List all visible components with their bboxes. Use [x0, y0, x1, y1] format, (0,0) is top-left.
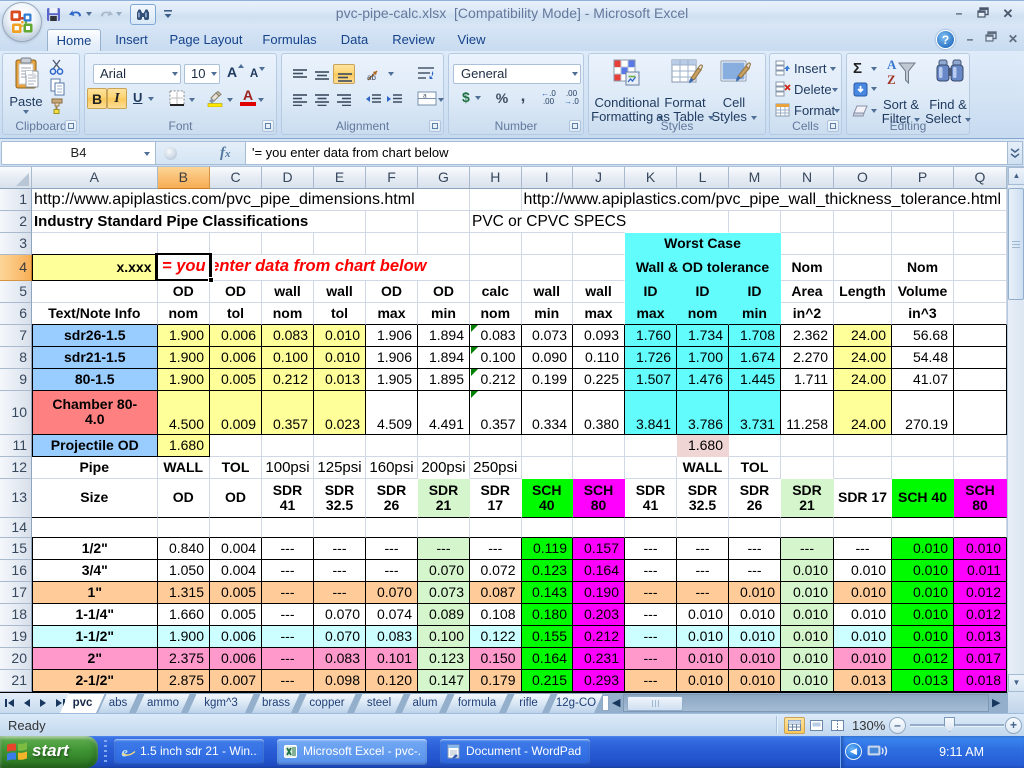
svg-text:A: A [887, 57, 897, 72]
svg-text:ab: ab [367, 73, 376, 82]
svg-text:Z: Z [887, 72, 896, 87]
svg-text:e: e [122, 746, 128, 761]
svg-text:a: a [423, 93, 427, 100]
